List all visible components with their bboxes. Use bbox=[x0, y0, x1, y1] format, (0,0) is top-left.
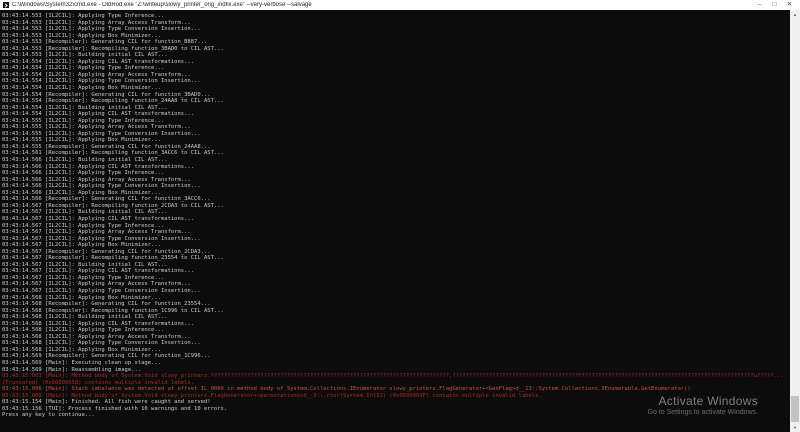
scrollbar-thumb[interactable] bbox=[791, 396, 799, 422]
log-line: 03:43:15.003 [Main]: Method body of Syst… bbox=[2, 373, 790, 380]
titlebar[interactable]: C:\Windows\System32\cmd.exe - OldRod.exe… bbox=[0, 0, 800, 10]
watermark-subtitle: Go to Settings to activate Windows. bbox=[648, 409, 759, 416]
scroll-down-icon[interactable]: ▼ bbox=[790, 423, 800, 432]
scroll-up-icon[interactable]: ▲ bbox=[790, 10, 800, 19]
window-controls: – □ ✕ bbox=[752, 0, 797, 10]
activate-windows-watermark: Activate Windows Go to Settings to activ… bbox=[648, 394, 759, 416]
window-title: C:\Windows\System32\cmd.exe - OldRod.exe… bbox=[12, 2, 752, 8]
scrollbar[interactable]: ▲ ▼ bbox=[790, 10, 800, 432]
console-output: 03:43:14.553 [IL2CIL]: Applying Type Inf… bbox=[0, 10, 790, 432]
cmd-icon bbox=[3, 2, 9, 8]
minimize-button[interactable]: – bbox=[752, 0, 767, 10]
maximize-button[interactable]: □ bbox=[767, 0, 782, 10]
cmd-window: C:\Windows\System32\cmd.exe - OldRod.exe… bbox=[0, 0, 800, 432]
console-log: 03:43:14.553 [IL2CIL]: Applying Type Inf… bbox=[2, 13, 790, 419]
log-line: 03:43:15.006 [Main]: Stack imbalance was… bbox=[2, 386, 790, 393]
close-button[interactable]: ✕ bbox=[782, 0, 797, 10]
watermark-title: Activate Windows bbox=[648, 394, 759, 408]
